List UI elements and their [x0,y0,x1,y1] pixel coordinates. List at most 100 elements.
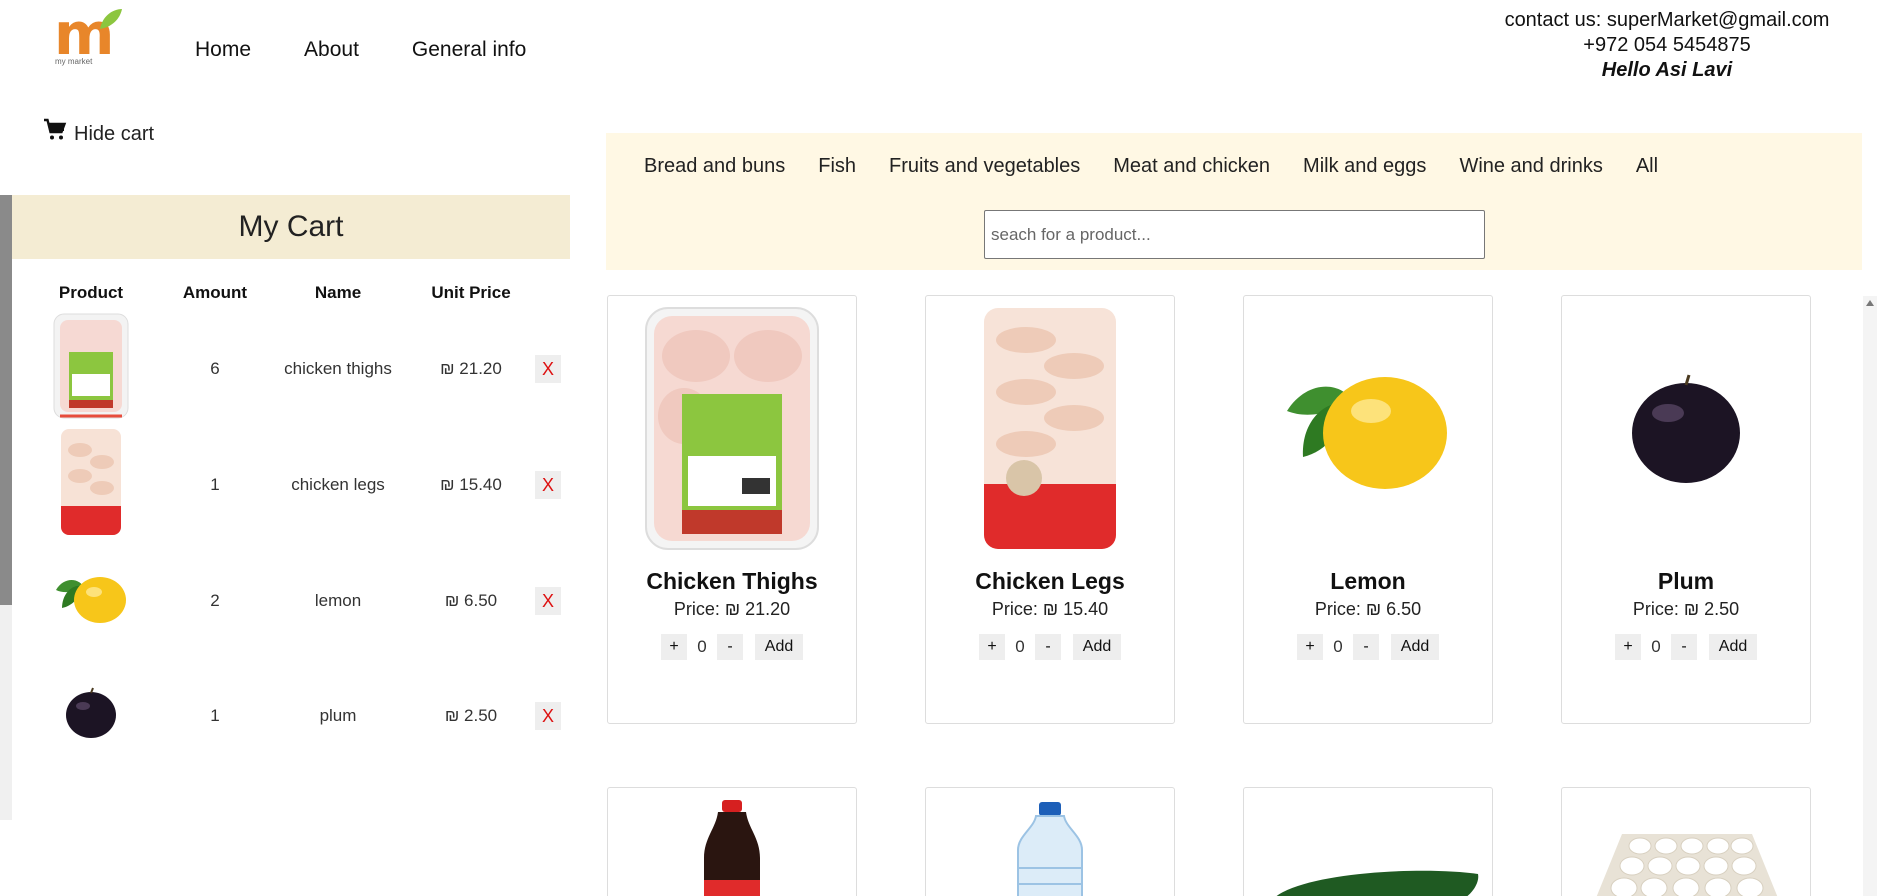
cart-icon [44,118,67,140]
hide-cart-label: Hide cart [74,123,155,145]
product-card [1561,787,1811,896]
product-image [1562,296,1810,561]
cart-row: 1 chicken legs ₪ 15.40 X [12,426,570,543]
chicken-legs-thumbnail [61,429,121,535]
cart-name: chicken thighs [284,358,392,378]
cart-amount: 2 [210,590,220,610]
product-image [608,296,856,561]
nav-general-info[interactable]: General info [412,38,526,62]
category-bread-and-buns[interactable]: Bread and buns [644,155,785,178]
product-price: Price: ₪ 15.40 [991,599,1109,619]
col-amount: Amount [182,283,248,302]
category-meat-and-chicken[interactable]: Meat and chicken [1113,155,1270,178]
nav-about[interactable]: About [304,38,359,62]
decrease-button[interactable]: - [717,634,743,660]
contact-email: contact us: superMarket@gmail.com [1504,9,1830,31]
add-to-cart-button[interactable]: Add [755,634,803,660]
cart-product-image [12,311,170,426]
product-card: Chicken Thighs Price: ₪ 21.20 + 0 - Add [607,295,857,724]
cart-scrollbar[interactable] [0,195,12,820]
category-all[interactable]: All [1636,155,1658,178]
eggs-tray-image [1596,834,1778,896]
cart-row: 6 chicken thighs ₪ 21.20 X [12,311,570,426]
cart-name: plum [319,705,357,725]
decrease-button[interactable]: - [1671,634,1697,660]
product-card [925,787,1175,896]
product-name: Plum [1657,568,1715,594]
quantity-stepper: + 0 - Add [1562,634,1810,660]
col-product: Product [58,283,124,302]
quantity-value: 0 [1015,637,1025,656]
scroll-up-icon[interactable] [1866,300,1874,306]
category-wine-and-drinks[interactable]: Wine and drinks [1459,155,1602,178]
product-name: Lemon [1330,568,1406,594]
cart-name: chicken legs [291,474,385,494]
quantity-stepper: + 0 - Add [608,634,856,660]
increase-button[interactable]: + [1297,634,1323,660]
cart-product-image [12,658,170,773]
cart-price: ₪ 21.20 [440,358,502,378]
product-card [607,787,857,896]
cart-title: My Cart [12,195,570,259]
leaf-icon [100,9,122,29]
col-name: Name [314,283,362,302]
cart-price: ₪ 15.40 [440,474,502,494]
chicken-legs-image [984,308,1116,549]
cart-name: lemon [314,590,362,610]
cola-bottle-image [704,800,760,896]
cart-price: ₪ 2.50 [444,705,498,725]
product-price: Price: ₪ 21.20 [673,599,791,619]
col-unit-price: Unit Price [431,283,511,302]
cart-scrollbar-thumb[interactable] [0,195,12,605]
cart-product-image [12,426,170,543]
add-to-cart-button[interactable]: Add [1391,634,1439,660]
cart-product-image [12,543,170,658]
product-image [926,296,1174,561]
cart-amount: 6 [210,358,220,378]
decrease-button[interactable]: - [1353,634,1379,660]
remove-item-button[interactable]: X [535,470,561,499]
logo-subtext: my market [55,57,93,66]
cucumber-image [1276,870,1479,896]
product-price: Price: ₪ 2.50 [1632,599,1740,619]
cart-header-row: Product Amount Name Unit Price [12,275,570,311]
add-to-cart-button[interactable]: Add [1709,634,1757,660]
cart-amount: 1 [210,705,220,725]
quantity-value: 0 [1651,637,1661,656]
category-bar: Bread and buns Fish Fruits and vegetable… [606,133,1862,270]
category-fish[interactable]: Fish [818,155,856,178]
quantity-stepper: + 0 - Add [926,634,1174,660]
logo[interactable]: m my market [52,5,124,67]
user-greeting: Hello Asi Lavi [1601,59,1733,81]
remove-item-button[interactable]: X [535,354,561,383]
cart-amount: 1 [210,474,220,494]
increase-button[interactable]: + [979,634,1005,660]
contact-phone: +972 054 5454875 [1583,34,1751,56]
search-input[interactable] [984,210,1485,259]
cart-row: 2 lemon ₪ 6.50 X [12,543,570,658]
remove-item-button[interactable]: X [535,586,561,615]
water-bottle-image [1017,802,1083,896]
quantity-value: 0 [1333,637,1343,656]
product-card: Plum Price: ₪ 2.50 + 0 - Add [1561,295,1811,724]
lemon-thumbnail [56,577,126,623]
increase-button[interactable]: + [661,634,687,660]
category-fruits-and-vegetables[interactable]: Fruits and vegetables [889,155,1080,178]
increase-button[interactable]: + [1615,634,1641,660]
quantity-stepper: + 0 - Add [1244,634,1492,660]
cart-price: ₪ 6.50 [444,590,498,610]
col-remove [526,275,570,311]
chicken-thighs-thumbnail [53,313,129,419]
category-milk-and-eggs[interactable]: Milk and eggs [1303,155,1426,178]
decrease-button[interactable]: - [1035,634,1061,660]
nav-home[interactable]: Home [195,38,251,62]
category-list: Bread and buns Fish Fruits and vegetable… [644,155,1658,178]
cart-table: Product Amount Name Unit Price 6 chicken… [12,275,570,773]
hide-cart-button[interactable]: Hide cart [42,118,154,145]
add-to-cart-button[interactable]: Add [1073,634,1121,660]
product-price: Price: ₪ 6.50 [1314,599,1422,619]
page-scrollbar[interactable] [1863,296,1877,896]
plum-image [1632,374,1740,483]
product-name: Chicken Legs [975,568,1125,594]
remove-item-button[interactable]: X [535,701,561,730]
